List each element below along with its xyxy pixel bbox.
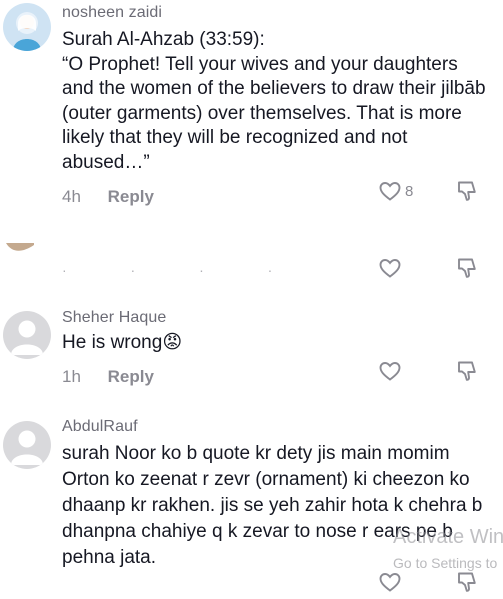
comment-meta: 1h Reply: [62, 367, 154, 387]
comment-time: 1h: [62, 367, 81, 386]
partial-avatar: [0, 243, 34, 257]
heart-outline-icon: [379, 573, 401, 592]
thumbs-down-outline-icon: [458, 572, 476, 592]
comment-username[interactable]: AbdulRauf: [62, 418, 138, 436]
heart-outline-icon: [379, 182, 401, 201]
like-button[interactable]: [378, 359, 402, 383]
comment-text: surah Noor ko b quote kr dety jis main m…: [62, 443, 483, 568]
reply-button[interactable]: Reply: [108, 187, 154, 206]
windows-activation-subtext: Go to Settings to: [393, 555, 498, 571]
dislike-button[interactable]: [455, 179, 479, 208]
reply-button[interactable]: Reply: [108, 367, 154, 386]
thumbs-down-outline-icon: [458, 361, 476, 381]
comment-text-body: He is wrong: [62, 332, 163, 353]
comment-meta: 4h Reply: [62, 187, 154, 207]
heart-outline-icon: [379, 362, 401, 381]
comment-username[interactable]: Sheher Haque: [62, 309, 166, 327]
like-count: 8: [405, 182, 414, 200]
comment-text: He is wrong😡: [62, 331, 492, 356]
comment-text: Surah Al-Ahzab (33:59): “O Prophet! Tell…: [62, 29, 486, 173]
dislike-button[interactable]: [455, 256, 479, 285]
thumbs-down-outline-icon: [458, 258, 476, 278]
comment-time: 4h: [62, 187, 81, 206]
comment-username[interactable]: nosheen zaidi: [62, 4, 162, 22]
heart-outline-icon: [379, 259, 401, 278]
avatar[interactable]: [3, 311, 51, 359]
angry-face-emoji: 😡: [162, 332, 183, 353]
windows-activation-watermark: Activate Win: [393, 526, 503, 548]
like-button[interactable]: 8: [378, 179, 413, 203]
like-button[interactable]: [378, 570, 402, 594]
dislike-button[interactable]: [455, 570, 479, 599]
avatar[interactable]: [3, 3, 51, 51]
like-button[interactable]: [378, 256, 402, 280]
avatar[interactable]: [3, 421, 51, 469]
cut-off-text: · · · ·: [62, 262, 303, 278]
thumbs-down-outline-icon: [458, 181, 476, 201]
dislike-button[interactable]: [455, 359, 479, 388]
